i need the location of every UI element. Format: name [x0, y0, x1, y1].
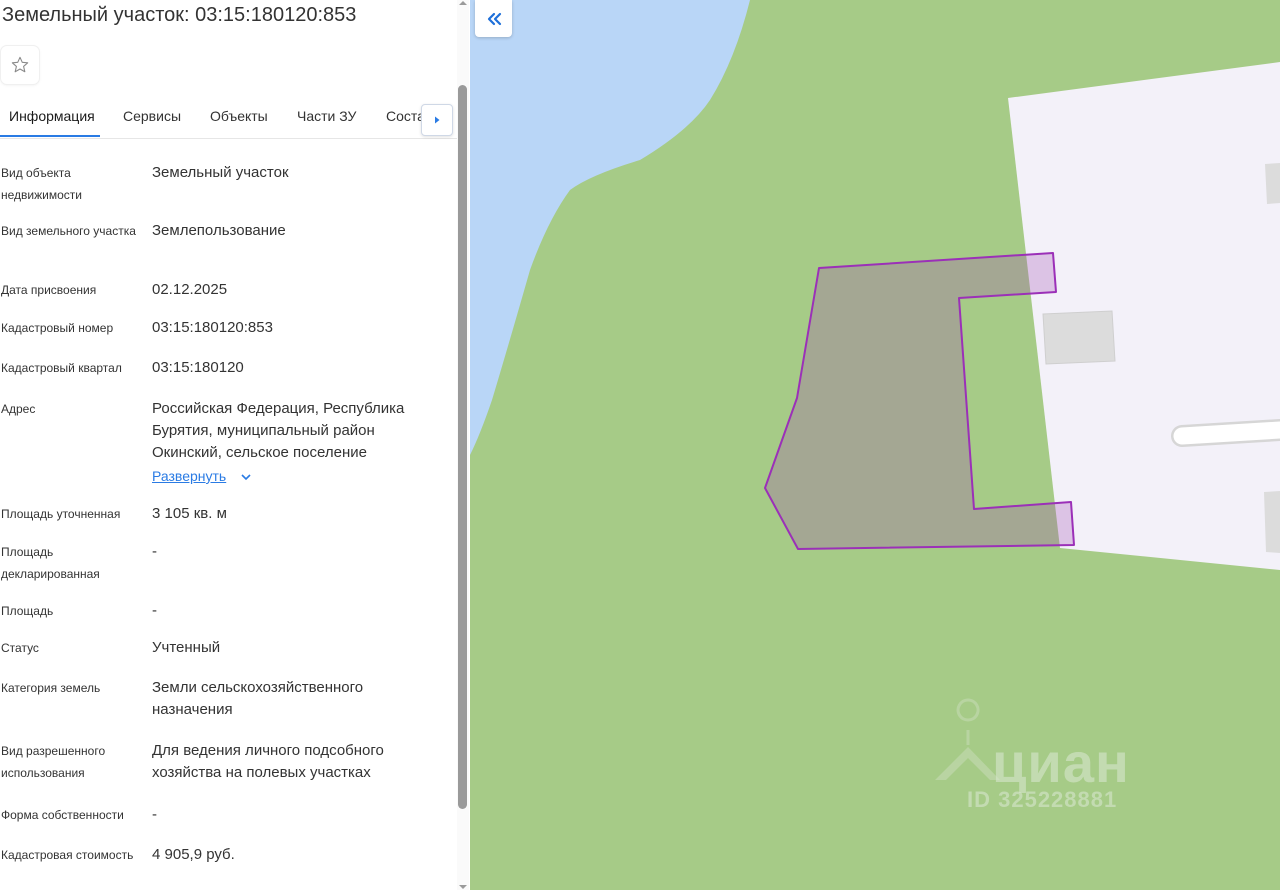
field-value: Землепользование: [152, 222, 286, 239]
field-label: Статус: [1, 641, 39, 655]
field-label: Кадастровый номер: [1, 321, 114, 335]
field-value: Земельный участок: [152, 164, 289, 181]
tabs-scroll-right-button[interactable]: [421, 104, 453, 136]
road: [1173, 421, 1280, 445]
field-value: -: [152, 806, 157, 823]
field-value: Российская Федерация, Республика Бурятия…: [152, 398, 447, 488]
field-label: Площадь уточненная: [1, 507, 121, 521]
scroll-down-arrow-icon[interactable]: [458, 884, 468, 890]
watermark-listing-id: ID 325228881: [967, 787, 1118, 812]
map-view[interactable]: циан ID 325228881: [470, 0, 1280, 890]
chevron-down-icon[interactable]: [240, 473, 252, 481]
field-label: Дата присвоения: [1, 283, 97, 297]
page-title: Земельный участок: 03:15:180120:853: [2, 4, 357, 26]
tab-bar: Информация Сервисы Объекты Части ЗУ Сост…: [0, 100, 458, 139]
field-value: Для ведения личного подсобного хозяйства…: [152, 742, 384, 781]
field-label: Кадастровый квартал: [1, 361, 122, 375]
building: [1265, 163, 1280, 204]
field-label: Площадь: [1, 604, 54, 618]
tab-information[interactable]: Информация: [9, 108, 95, 124]
field-value: Учтенный: [152, 639, 221, 656]
tab-services[interactable]: Сервисы: [123, 108, 181, 124]
field-value: 03:15:180120: [152, 359, 244, 376]
favorite-button[interactable]: [1, 46, 39, 84]
tab-objects[interactable]: Объекты: [210, 108, 268, 124]
double-chevron-left-icon: [487, 12, 501, 25]
info-panel: Земельный участок: 03:15:180120:853 Инфо…: [0, 0, 470, 890]
expand-address-link[interactable]: Развернуть: [152, 465, 226, 487]
field-value: 03:15:180120:853: [152, 319, 273, 336]
building: [1264, 491, 1280, 553]
building: [1042, 310, 1116, 365]
triangle-right-icon: [435, 116, 440, 124]
collapse-panel-button[interactable]: [475, 0, 512, 37]
field-label: Кадастровая стоимость: [1, 848, 134, 862]
field-label: Вид объекта недвижимости: [1, 166, 82, 202]
active-tab-indicator: [0, 135, 100, 137]
field-value: -: [152, 543, 157, 560]
field-value: -: [152, 602, 157, 619]
tab-composition[interactable]: Соста: [386, 108, 425, 124]
field-label: Форма собственности: [1, 808, 124, 822]
field-value: 02.12.2025: [152, 281, 228, 298]
field-value: Земли сельскохозяйственного назначения: [152, 679, 364, 718]
watermark-brand: циан: [992, 731, 1130, 794]
map-canvas[interactable]: [470, 0, 1280, 890]
field-label: Площадь декларированная: [1, 545, 100, 581]
field-label: Вид разрешенного использования: [1, 744, 106, 780]
field-label: Категория земель: [1, 681, 101, 695]
scroll-up-arrow-icon[interactable]: [458, 0, 468, 6]
field-label: Адрес: [1, 402, 36, 416]
field-value: 4 905,9 руб.: [152, 846, 235, 863]
field-value: 3 105 кв. м: [152, 505, 227, 522]
field-label: Вид земельного участка: [1, 224, 136, 238]
scrollbar-thumb[interactable]: [458, 85, 467, 809]
star-outline-icon: [11, 56, 29, 73]
tab-parcel-parts[interactable]: Части ЗУ: [297, 108, 356, 124]
address-text: Российская Федерация, Республика Бурятия…: [152, 400, 405, 461]
